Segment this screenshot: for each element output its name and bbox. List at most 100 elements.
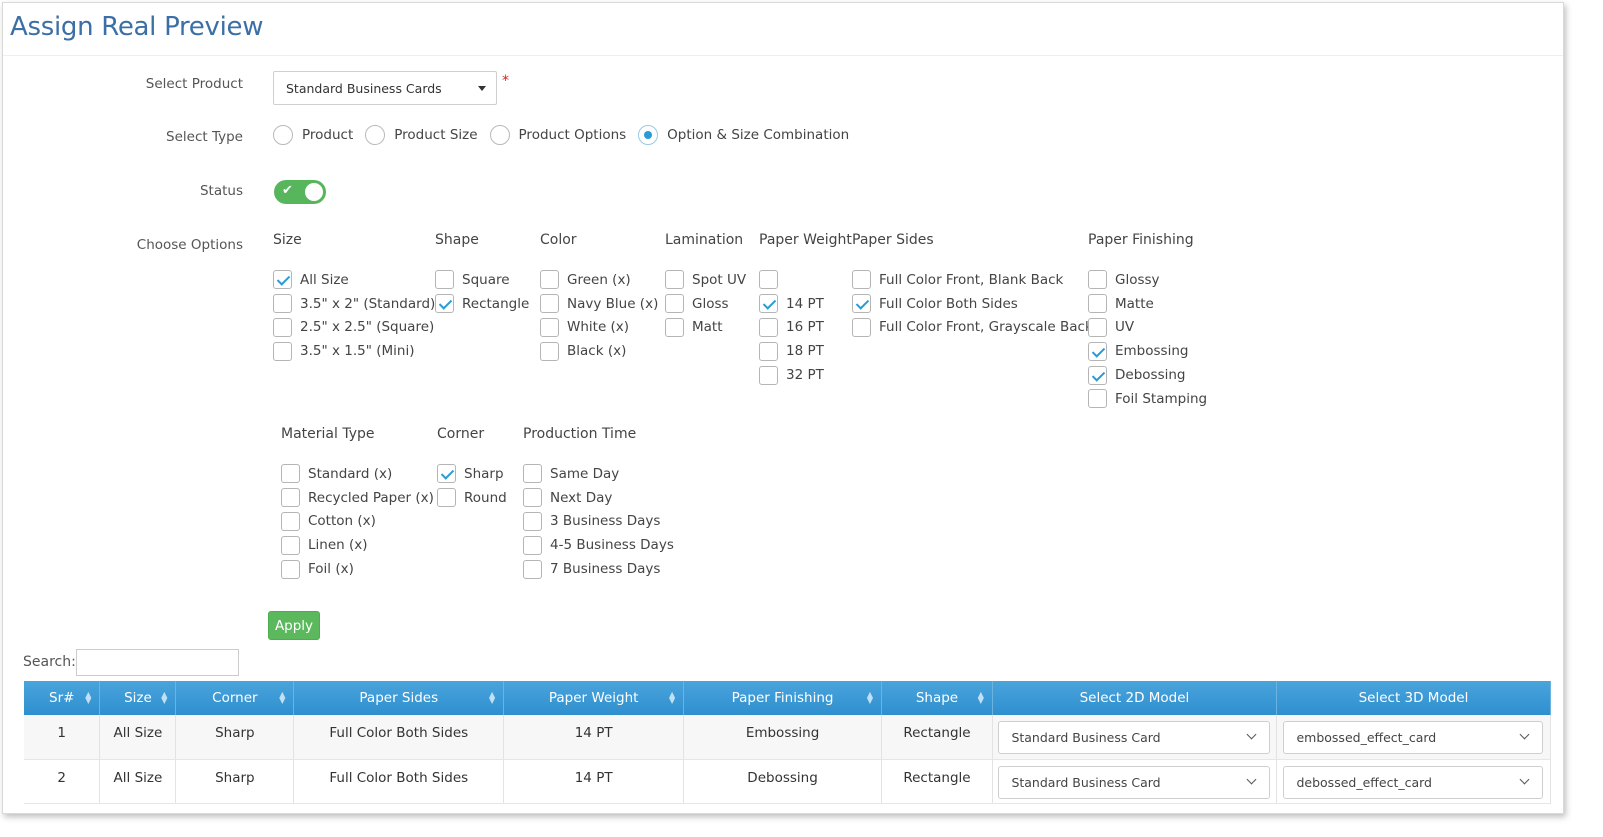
radio-circle[interactable] [365,125,386,145]
checkbox[interactable] [852,270,871,290]
checkbox[interactable] [759,270,778,290]
option-production-time-item[interactable]: 4-5 Business Days [523,533,674,557]
option-paper-finishing-item[interactable]: Glossy [1088,268,1207,292]
option-corner-item[interactable]: Round [437,486,507,510]
checkbox[interactable] [437,488,456,508]
radio-product-size[interactable]: Product Size [365,125,478,145]
option-lamination-item[interactable]: Matt [665,316,746,340]
checkbox[interactable] [759,317,778,337]
option-paper-sides-item[interactable]: Full Color Front, Blank Back [852,268,1093,292]
apply-button[interactable]: Apply [268,611,320,640]
option-paper-sides-item[interactable]: Full Color Front, Grayscale Back [852,316,1093,340]
product-select[interactable]: Standard Business Cards [273,71,497,105]
checkbox[interactable] [523,535,542,555]
option-size-item[interactable]: 3.5" x 2" (Standard) [273,292,435,316]
option-production-time-item[interactable]: 3 Business Days [523,510,674,534]
radio-option-size-combination[interactable]: Option & Size Combination [638,125,849,145]
checkbox[interactable] [1088,317,1107,337]
checkbox[interactable] [1088,365,1107,385]
status-toggle[interactable]: ✔ [274,180,326,204]
option-paper-finishing-item[interactable]: Embossing [1088,339,1207,363]
checkbox[interactable] [281,464,300,484]
option-corner-item[interactable]: Sharp [437,462,507,486]
option-paper-finishing-item[interactable]: Foil Stamping [1088,387,1207,411]
option-size-item[interactable]: 3.5" x 1.5" (Mini) [273,339,435,363]
column-header-paper-finishing[interactable]: Paper Finishing ▲ ▼ [683,681,882,715]
option-material-type-item[interactable]: Cotton (x) [281,510,434,534]
model-2d-select[interactable]: Standard Business Card [998,765,1271,799]
option-shape-item[interactable]: Rectangle [435,292,529,316]
checkbox[interactable] [540,270,559,290]
option-size-item[interactable]: All Size [273,268,435,292]
option-material-type-item[interactable]: Foil (x) [281,557,434,581]
radio-product-options[interactable]: Product Options [489,125,626,145]
radio-circle[interactable] [273,125,293,145]
model-2d-select[interactable]: Standard Business Card [998,721,1271,754]
checkbox[interactable] [281,535,300,555]
column-header-shape[interactable]: Shape ▲ ▼ [881,681,993,715]
option-color-item[interactable]: Green (x) [540,268,658,292]
radio-circle[interactable] [638,125,659,145]
model-3d-select[interactable]: embossed_effect_card [1283,721,1544,754]
checkbox[interactable] [540,341,559,361]
checkbox[interactable] [852,317,871,337]
column-header-paper-weight[interactable]: Paper Weight ▲ ▼ [503,681,685,715]
checkbox[interactable] [759,294,778,314]
option-material-type-item[interactable]: Linen (x) [281,533,434,557]
checkbox[interactable] [273,317,292,337]
option-production-time-item[interactable]: 7 Business Days [523,557,674,581]
checkbox[interactable] [1088,270,1107,290]
option-paper-weight-item[interactable]: 32 PT [759,363,852,387]
option-paper-weight-item[interactable]: 14 PT [759,292,852,316]
checkbox[interactable] [523,559,542,579]
checkbox[interactable] [281,511,300,531]
checkbox[interactable] [523,488,542,508]
checkbox[interactable] [281,559,300,579]
option-material-type-item[interactable]: Standard (x) [281,462,434,486]
column-header-corner[interactable]: Corner ▲ ▼ [175,681,295,715]
column-header-size[interactable]: Size ▲ ▼ [99,681,177,715]
option-color-item[interactable]: Black (x) [540,339,658,363]
option-color-item[interactable]: White (x) [540,316,658,340]
checkbox[interactable] [852,294,871,314]
checkbox[interactable] [759,365,778,385]
checkbox[interactable] [1088,294,1107,314]
column-header-sr[interactable]: Sr# ▲ ▼ [24,681,101,715]
checkbox[interactable] [540,317,559,337]
option-lamination-item[interactable]: Spot UV [665,268,746,292]
checkbox[interactable] [435,270,454,290]
option-production-time-item[interactable]: Same Day [523,462,674,486]
checkbox[interactable] [435,294,454,314]
checkbox[interactable] [273,294,292,314]
option-shape-item[interactable]: Square [435,268,529,292]
checkbox[interactable] [523,464,542,484]
option-material-type-item[interactable]: Recycled Paper (x) [281,486,434,510]
option-size-item[interactable]: 2.5" x 2.5" (Square) [273,316,435,340]
checkbox[interactable] [665,270,684,290]
checkbox[interactable] [665,317,684,337]
option-paper-sides-item[interactable]: Full Color Both Sides [852,292,1093,316]
option-production-time-item[interactable]: Next Day [523,486,674,510]
checkbox[interactable] [759,341,778,361]
checkbox[interactable] [273,270,292,290]
option-paper-finishing-item[interactable]: Debossing [1088,363,1207,387]
option-paper-finishing-item[interactable]: UV [1088,316,1207,340]
checkbox[interactable] [523,511,542,531]
search-input[interactable] [76,649,239,676]
option-color-item[interactable]: Navy Blue (x) [540,292,658,316]
checkbox[interactable] [281,488,300,508]
checkbox[interactable] [1088,389,1107,409]
option-lamination-item[interactable]: Gloss [665,292,746,316]
checkbox[interactable] [273,341,292,361]
checkbox[interactable] [540,294,559,314]
option-paper-weight-item[interactable]: 18 PT [759,339,852,363]
model-3d-select[interactable]: debossed_effect_card [1283,765,1544,799]
option-paper-weight-item[interactable]: 16 PT [759,316,852,340]
radio-circle[interactable] [489,125,510,145]
checkbox[interactable] [665,294,684,314]
checkbox[interactable] [1088,341,1107,361]
column-header-paper-sides[interactable]: Paper Sides ▲ ▼ [293,681,505,715]
radio-product[interactable]: Product [273,125,353,145]
option-paper-finishing-item[interactable]: Matte [1088,292,1207,316]
checkbox[interactable] [437,464,456,484]
